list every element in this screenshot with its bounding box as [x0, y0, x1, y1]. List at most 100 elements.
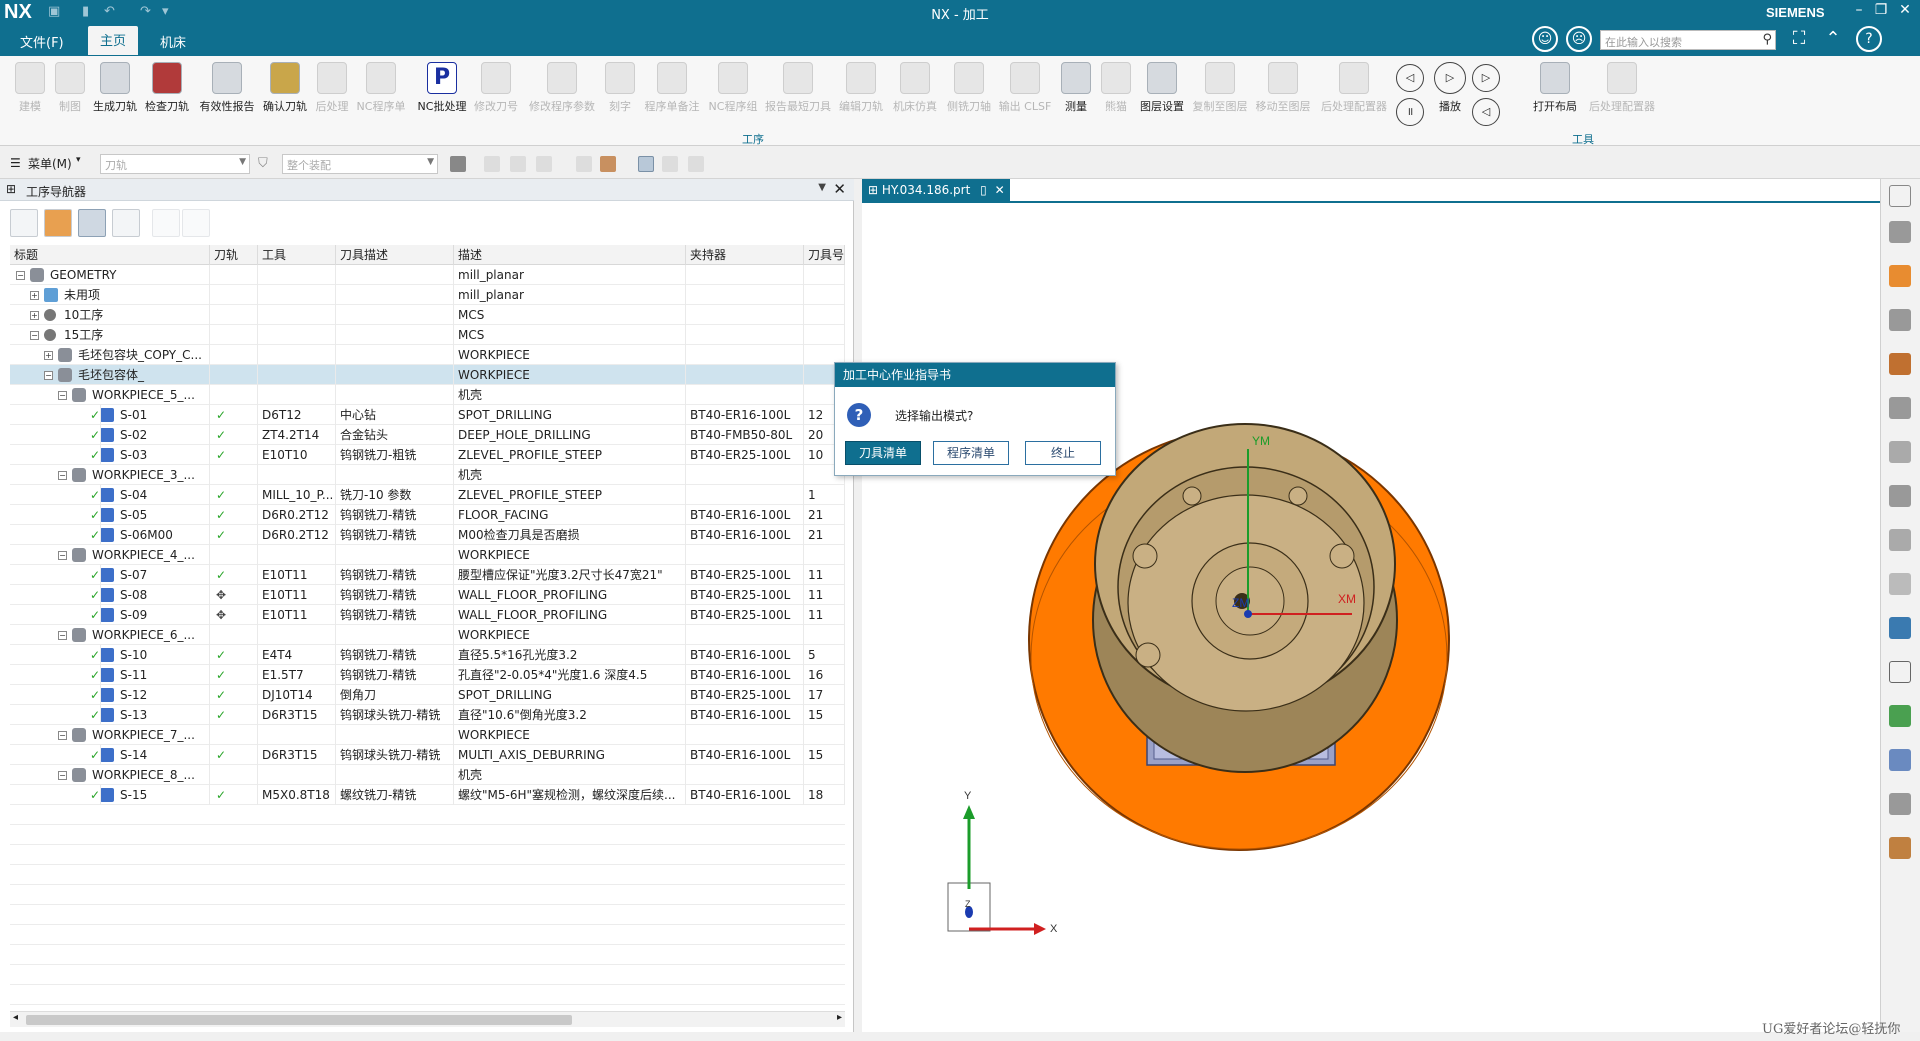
hd3d-icon[interactable]: [1889, 353, 1911, 375]
table-row[interactable]: −15工序 MCS: [10, 325, 845, 345]
table-row[interactable]: ✓ S-03 ✓ E10T10 钨钢铣刀-粗铣 ZLEVEL_PROFILE_STEEP B…: [10, 445, 845, 465]
table-row[interactable]: ✓ S-02 ✓ ZT4.2T14 合金钻头 DEEP_HOLE_DRILLING BT40…: [10, 425, 845, 445]
collapse-ribbon-icon[interactable]: ⌃: [1822, 28, 1844, 49]
layer-settings-button[interactable]: 图层设置: [1136, 62, 1188, 122]
smile-feedback-icon[interactable]: ☺: [1532, 26, 1558, 52]
postprocess-button[interactable]: 后处理: [312, 62, 352, 122]
save-icon[interactable]: ▣: [48, 4, 60, 19]
clock-icon[interactable]: [1889, 661, 1911, 683]
web-browser-icon[interactable]: [1889, 441, 1911, 463]
table-row[interactable]: − WORKPIECE_8_... 机壳: [10, 765, 845, 785]
col-desc[interactable]: 描述: [454, 245, 686, 265]
move-to-layer-button[interactable]: 移动至图层: [1252, 62, 1314, 122]
menu-dropdown-icon[interactable]: ▾: [76, 155, 81, 165]
table-row[interactable]: ✓ S-14 ✓ D6R3T15 钨钢球头铣刀-精铣 MULTI_AXIS_DEBURRI…: [10, 745, 845, 765]
method-view-button[interactable]: [112, 209, 140, 237]
col-tool-number[interactable]: 刀具号: [804, 245, 845, 265]
table-row[interactable]: ✓ S-15 ✓ M5X0.8T18 螺纹铣刀-精铣 螺纹"M5-6H"塞规检测，螺纹深度…: [10, 785, 845, 805]
machine-builder-icon[interactable]: [1889, 837, 1911, 859]
manufacturing-wizard-icon[interactable]: [1889, 617, 1911, 639]
snap-icon[interactable]: [484, 156, 500, 172]
search-field[interactable]: 在此输入以搜索 ⚲: [1600, 30, 1776, 50]
table-row[interactable]: ✓ S-13 ✓ D6R3T15 钨钢球头铣刀-精铣 直径"10.6"倒角光度3.2 BT4…: [10, 705, 845, 725]
modify-program-params-button[interactable]: 修改程序参数: [524, 62, 600, 122]
menu-icon[interactable]: ☰: [10, 156, 21, 170]
validity-report-button[interactable]: 有效性报告: [196, 62, 258, 122]
scope-select[interactable]: 整个装配 ▼: [282, 154, 438, 174]
table-row[interactable]: − 毛坯包容体_ WORKPIECE: [10, 365, 845, 385]
shortest-tool-report-button[interactable]: 报告最短刀具: [762, 62, 834, 122]
table-row[interactable]: − WORKPIECE_3_... 机壳: [10, 465, 845, 485]
chevron-down-icon[interactable]: ▼: [818, 182, 826, 193]
part-navigator-icon[interactable]: [1889, 265, 1911, 287]
gear-icon[interactable]: [1889, 185, 1911, 207]
table-row[interactable]: − WORKPIECE_5_... 机壳: [10, 385, 845, 405]
filter-icon[interactable]: ⛉: [258, 156, 268, 171]
model-view[interactable]: YM XM ZM Y X Z: [862, 179, 1880, 1032]
table-row[interactable]: − WORKPIECE_7_... WORKPIECE: [10, 725, 845, 745]
confirm-toolpath-button[interactable]: 确认刀轨: [260, 62, 310, 122]
menu-file[interactable]: 文件(F): [20, 32, 64, 51]
post-configurator-button[interactable]: 后处理配置器: [1316, 62, 1392, 122]
post-configurator-button-2[interactable]: 后处理配置器: [1586, 62, 1658, 122]
table-row[interactable]: − WORKPIECE_6_... WORKPIECE: [10, 625, 845, 645]
play-button[interactable]: ▷ 播放: [1430, 62, 1470, 122]
scroll-left-icon[interactable]: ◂: [13, 1012, 18, 1023]
table-row[interactable]: ✓ S-01 ✓ D6T12 中心钻 SPOT_DRILLING BT40-ER16-100…: [10, 405, 845, 425]
next-frame-icon[interactable]: ▷: [1472, 64, 1500, 92]
eye-icon[interactable]: [662, 156, 678, 172]
verify-toolpath-button[interactable]: 检查刀轨: [142, 62, 192, 122]
col-path[interactable]: 刀轨: [210, 245, 258, 265]
program-list-button[interactable]: 程序清单: [933, 441, 1009, 465]
table-row[interactable]: ✓ S-08 ✥ E10T11 钨钢铣刀-精铣 WALL_FLOOR_PROFILING B…: [10, 585, 845, 605]
tab-home[interactable]: 主页: [88, 26, 139, 55]
machine-tool-view-button[interactable]: [44, 209, 72, 237]
table-row[interactable]: ✓ S-10 ✓ E4T4 钨钢铣刀-精铣 直径5.5*16孔光度3.2 BT40-ER16…: [10, 645, 845, 665]
frown-feedback-icon[interactable]: ☹: [1566, 26, 1592, 52]
modeling-button[interactable]: 建模: [8, 62, 52, 122]
reuse-library-icon[interactable]: [1889, 309, 1911, 331]
table-row[interactable]: ✓ S-12 ✓ DJ10T14 倒角刀 SPOT_DRILLING BT40-ER25-1…: [10, 685, 845, 705]
close-icon[interactable]: ✕: [833, 180, 846, 198]
program-note-button[interactable]: 程序单备注: [640, 62, 704, 122]
scrollbar-thumb[interactable]: [26, 1015, 572, 1025]
nc-group-button[interactable]: NC程序组: [706, 62, 760, 122]
geometry-view-button[interactable]: [78, 209, 106, 237]
table-row[interactable]: ✓ S-06M00 ✓ D6R0.2T12 钨钢铣刀-精铣 M00检查刀具是否磨损 BT40…: [10, 525, 845, 545]
side-tool-axis-button[interactable]: 侧铣刀轴: [944, 62, 994, 122]
output-clsf-button[interactable]: 输出 CLSF: [996, 62, 1054, 122]
col-name[interactable]: 标题: [10, 245, 210, 265]
table-row[interactable]: ✓ S-04 ✓ MILL_10_P... 铣刀-10 参数 ZLEVEL_PROFILE…: [10, 485, 845, 505]
panda-button[interactable]: 熊猫: [1098, 62, 1134, 122]
roles-icon[interactable]: [1889, 705, 1911, 727]
nc-program-list-button[interactable]: NC程序单: [354, 62, 408, 122]
snap-3-icon[interactable]: [536, 156, 552, 172]
graphics-window[interactable]: ⊞ HY.034.186.prt ▯ ✕ YM XM ZM Y X Z: [862, 179, 1880, 1032]
constraint-icon[interactable]: [1889, 397, 1911, 419]
type-filter-select[interactable]: 刀轨 ▼: [100, 154, 250, 174]
assembly-icon[interactable]: [1889, 221, 1911, 243]
stop-button[interactable]: 终止: [1025, 441, 1101, 465]
add-object-button[interactable]: [152, 209, 180, 237]
scroll-right-icon[interactable]: ▸: [837, 1012, 842, 1023]
snap-2-icon[interactable]: [510, 156, 526, 172]
table-row[interactable]: ✓ S-05 ✓ D6R0.2T12 钨钢铣刀-精铣 FLOOR_FACING BT40-E…: [10, 505, 845, 525]
previous-icon[interactable]: ◁: [1396, 64, 1424, 92]
col-tool-desc[interactable]: 刀具描述: [336, 245, 454, 265]
minimize-button[interactable]: –: [1848, 2, 1870, 18]
table-row[interactable]: ✓ S-07 ✓ E10T11 钨钢铣刀-精铣 腰型槽应保证"光度3.2尺寸长47宽21"…: [10, 565, 845, 585]
col-tool[interactable]: 工具: [258, 245, 336, 265]
undo-icon[interactable]: ↶: [104, 4, 115, 19]
help-icon[interactable]: ?: [1856, 26, 1882, 52]
menu-button[interactable]: 菜单(M): [28, 155, 72, 172]
view-cube-icon[interactable]: [576, 156, 592, 172]
modify-tool-number-button[interactable]: 修改刀号: [472, 62, 520, 122]
table-row[interactable]: ✓ S-11 ✓ E1.5T7 钨钢铣刀-精铣 孔直径"2-0.05*4"光度1.6 深度…: [10, 665, 845, 685]
open-layout-button[interactable]: 打开布局: [1526, 62, 1584, 122]
table-row[interactable]: ✓ S-09 ✥ E10T11 钨钢铣刀-精铣 WALL_FLOOR_PROFILING B…: [10, 605, 845, 625]
measure-distance-icon[interactable]: [688, 156, 704, 172]
tools-icon[interactable]: [1889, 793, 1911, 815]
system-materials-icon[interactable]: [1889, 529, 1911, 551]
table-row[interactable]: − WORKPIECE_4_... WORKPIECE: [10, 545, 845, 565]
shaded-icon[interactable]: [600, 156, 616, 172]
